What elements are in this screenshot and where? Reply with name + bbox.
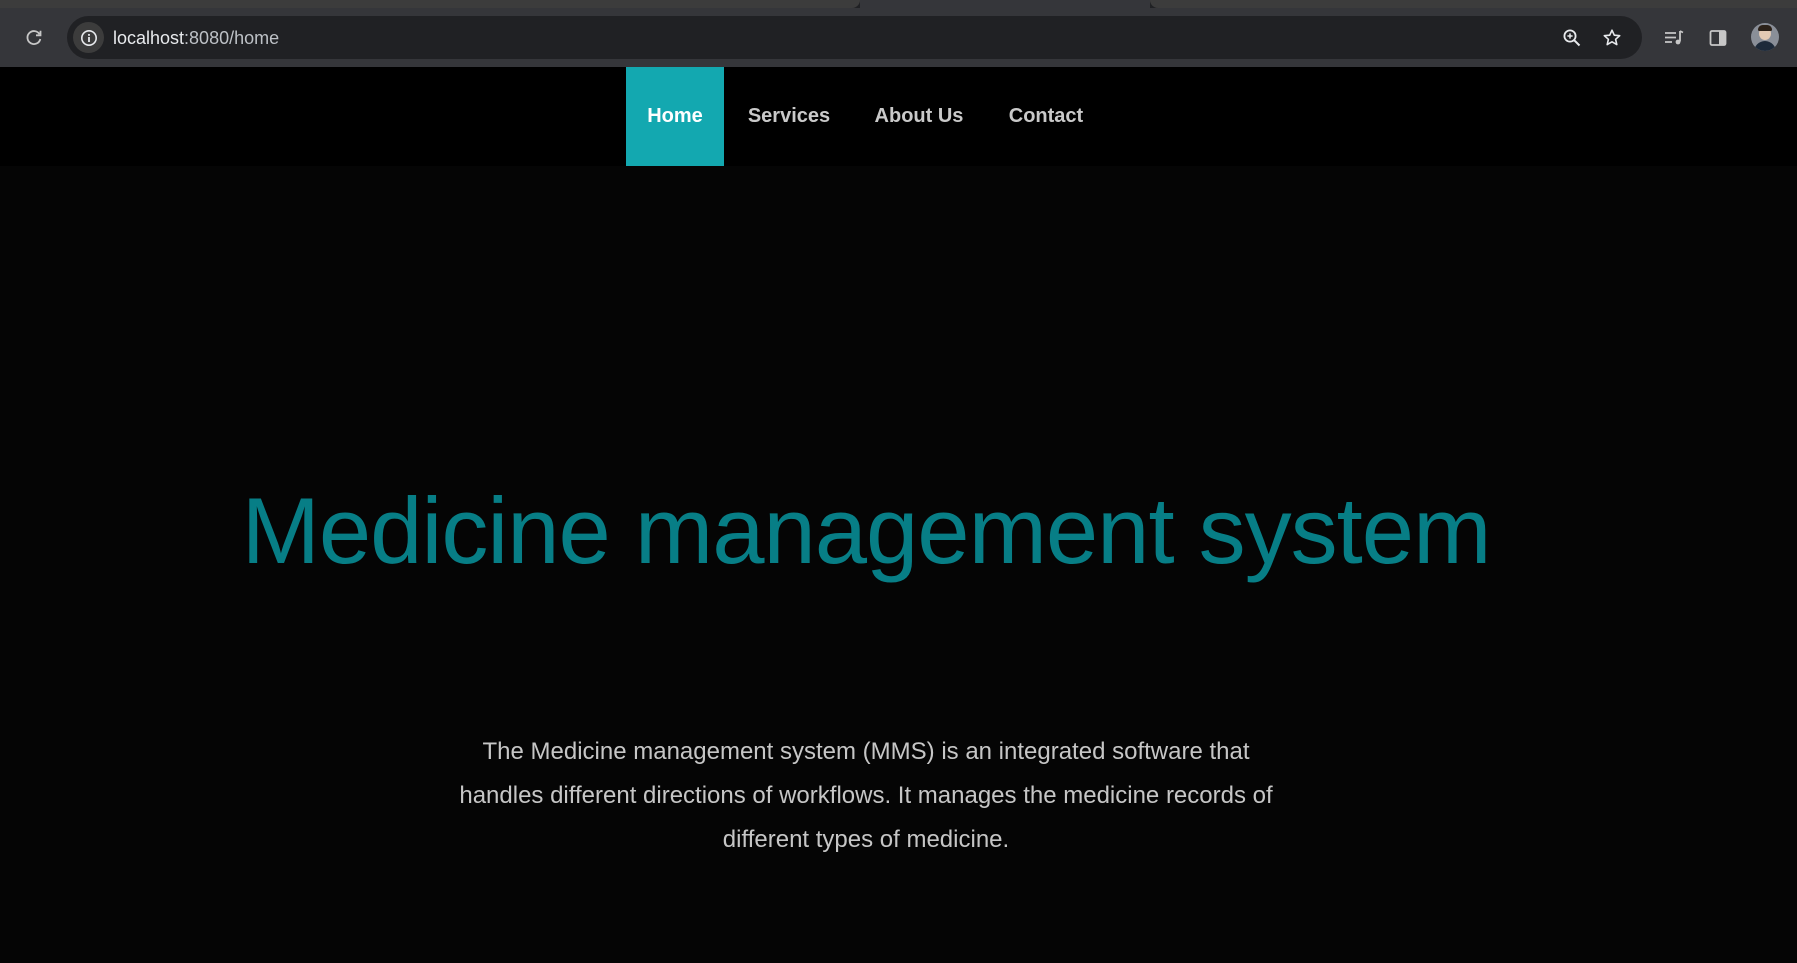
- hero-section: Medicine management system The Medicine …: [0, 166, 1797, 963]
- browser-toolbar: localhost:8080/home: [0, 8, 1797, 67]
- site-nav: Home Services About Us Contact: [0, 67, 1797, 166]
- url-text[interactable]: localhost:8080/home: [113, 28, 279, 49]
- inactive-tab-right[interactable]: [1150, 0, 1797, 8]
- hero-title: Medicine management system: [241, 478, 1492, 583]
- nav-contact[interactable]: Contact: [998, 67, 1094, 166]
- info-icon[interactable]: [73, 22, 104, 53]
- inactive-tab-left[interactable]: [0, 0, 860, 8]
- star-icon[interactable]: [1600, 26, 1624, 50]
- nav-about-us[interactable]: About Us: [867, 67, 971, 166]
- url-host: localhost: [113, 28, 185, 48]
- hero-description: The Medicine management system (MMS) is …: [459, 738, 1273, 853]
- reading-list-icon[interactable]: [1658, 22, 1690, 54]
- zoom-icon[interactable]: [1560, 26, 1584, 50]
- avatar[interactable]: [1751, 23, 1779, 51]
- nav-home[interactable]: Home: [626, 67, 724, 166]
- nav-services[interactable]: Services: [738, 67, 840, 166]
- reload-icon[interactable]: [18, 22, 50, 54]
- tab-strip: [0, 0, 1797, 8]
- url-path: :8080/home: [184, 28, 280, 48]
- side-panel-icon[interactable]: [1702, 22, 1734, 54]
- active-tab[interactable]: [860, 0, 1150, 8]
- address-bar[interactable]: localhost:8080/home: [67, 16, 1642, 59]
